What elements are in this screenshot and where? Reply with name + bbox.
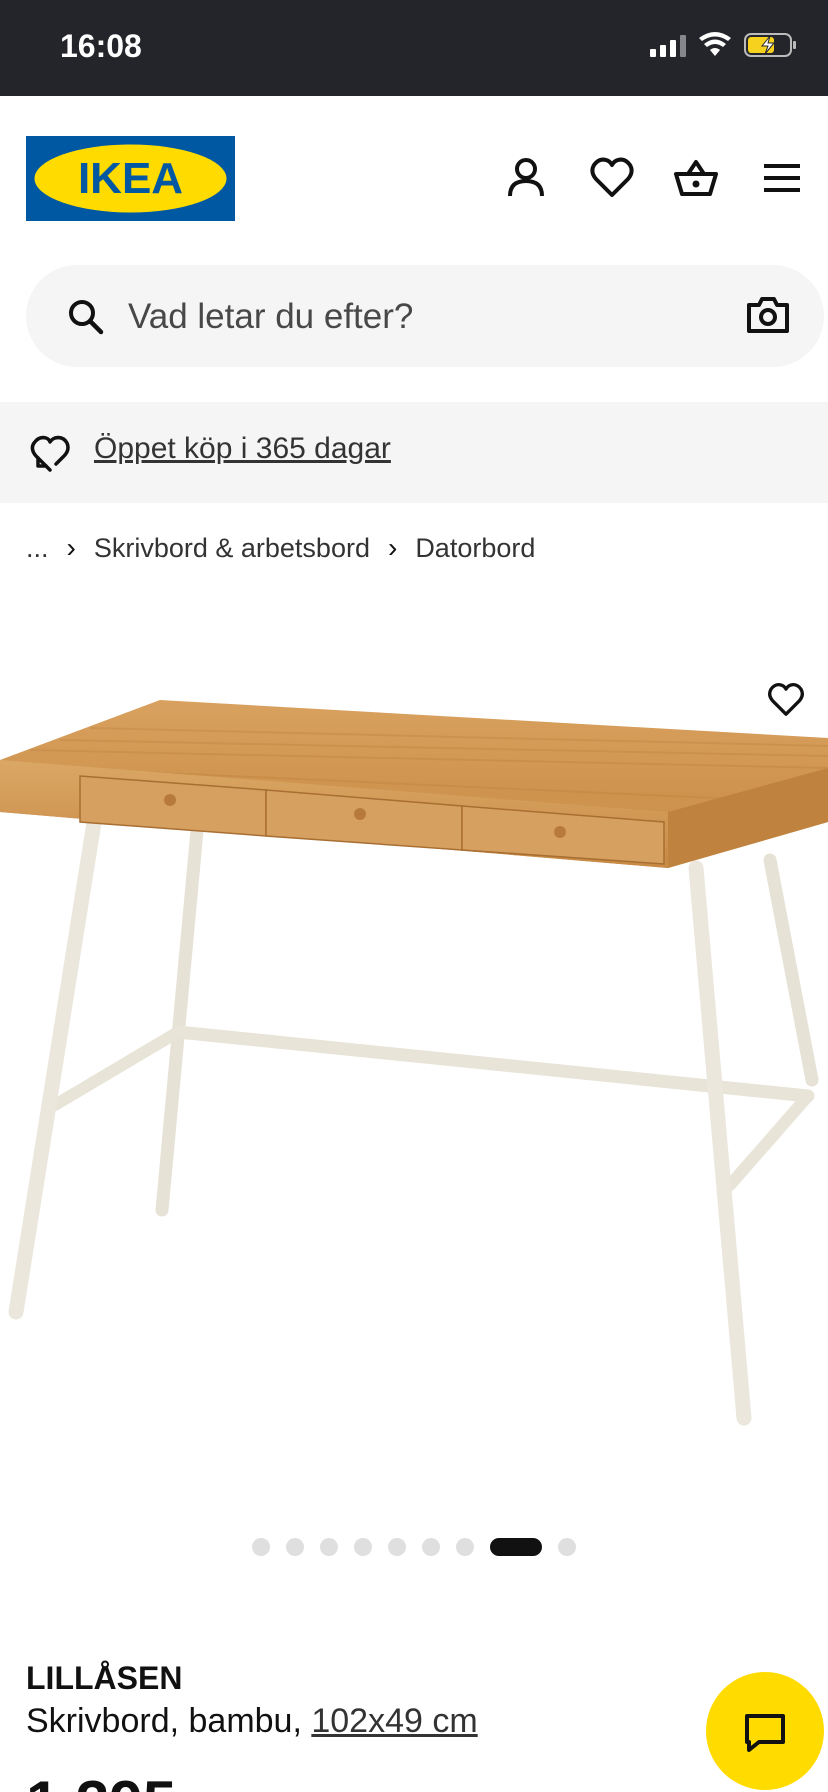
search-bar[interactable]: Vad letar du efter? — [26, 265, 824, 367]
chat-button[interactable] — [706, 1672, 824, 1790]
gallery-dot[interactable] — [252, 1538, 270, 1556]
status-icons — [650, 32, 798, 58]
promo-link[interactable]: Öppet köp i 365 dagar — [94, 432, 391, 466]
promo-banner[interactable]: Öppet köp i 365 dagar — [0, 402, 828, 503]
menu-icon[interactable] — [758, 154, 806, 202]
camera-icon[interactable] — [746, 295, 790, 335]
chevron-right-icon: › — [66, 532, 76, 563]
gallery-dot[interactable] — [286, 1538, 304, 1556]
product-price: 1 395 — [26, 1768, 176, 1792]
gallery-dot[interactable] — [320, 1538, 338, 1556]
search-input[interactable]: Vad letar du efter? — [128, 297, 413, 337]
chat-bubble-icon — [745, 1714, 785, 1752]
ikea-logo[interactable]: IKEA — [26, 136, 235, 221]
basket-icon[interactable] — [672, 154, 720, 202]
heart-icon[interactable] — [588, 154, 636, 202]
logo-text: IKEA — [78, 154, 183, 203]
account-icon[interactable] — [502, 154, 550, 202]
gallery-dot-active[interactable] — [490, 1538, 542, 1556]
wifi-icon — [699, 32, 731, 56]
gallery-dot[interactable] — [456, 1538, 474, 1556]
gallery-dot[interactable] — [422, 1538, 440, 1556]
product-image[interactable] — [0, 600, 828, 1500]
favourite-heart-icon[interactable] — [766, 680, 806, 720]
gallery-dot[interactable] — [388, 1538, 406, 1556]
search-icon — [69, 300, 104, 335]
signal-icon — [650, 33, 686, 57]
product-dimensions-link[interactable]: 102x49 cm — [311, 1702, 477, 1740]
breadcrumb-item-computer-desks[interactable]: Datorbord — [415, 533, 535, 564]
return-heart-icon — [30, 435, 70, 472]
header: IKEA — [0, 96, 828, 264]
battery-charging-icon — [744, 33, 796, 57]
product-description: Skrivbord, bambu, 102x49 cm — [26, 1702, 478, 1741]
gallery-pagination — [0, 1536, 828, 1558]
breadcrumb: ... › Skrivbord & arbetsbord › Datorbord — [26, 532, 535, 564]
gallery-dot[interactable] — [558, 1538, 576, 1556]
breadcrumb-item-desks[interactable]: Skrivbord & arbetsbord — [94, 533, 370, 564]
status-time: 16:08 — [60, 28, 142, 64]
product-description-text: Skrivbord, bambu, — [26, 1702, 302, 1740]
product-name: LILLÅSEN — [26, 1660, 183, 1696]
chevron-right-icon: › — [387, 532, 398, 563]
gallery-dot[interactable] — [354, 1538, 372, 1556]
status-bar: 16:08 — [0, 0, 828, 96]
breadcrumb-ellipsis[interactable]: ... — [26, 533, 49, 564]
